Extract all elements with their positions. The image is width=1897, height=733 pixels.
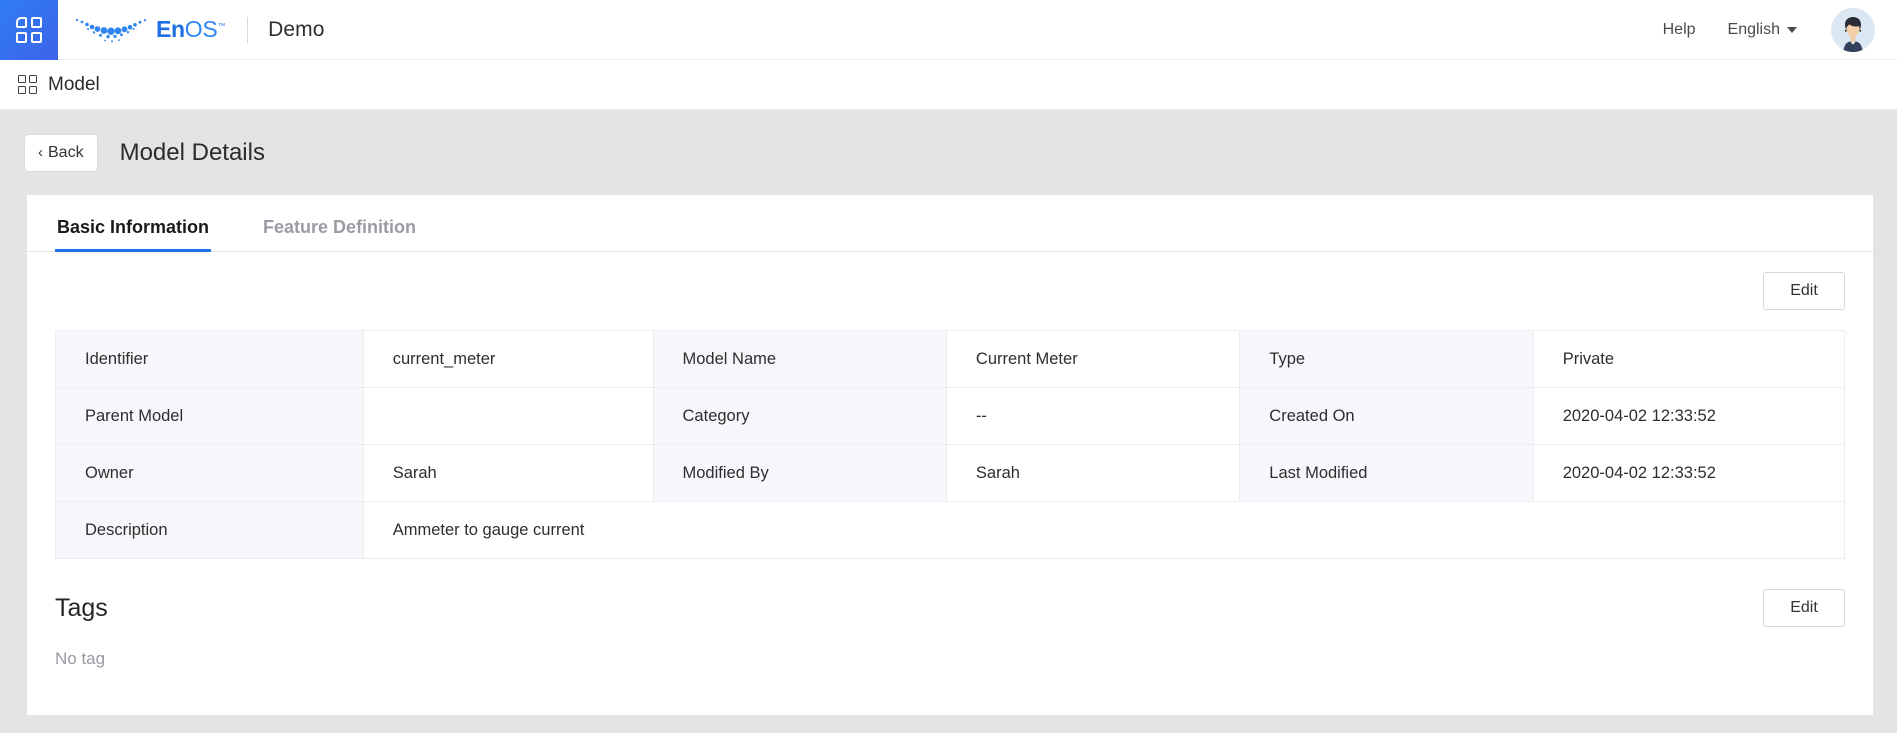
header-actions: Help English (1663, 7, 1897, 52)
table-row: Description Ammeter to gauge current (55, 501, 1846, 559)
table-cell-value: Sarah (945, 444, 1241, 502)
table-row: Owner Sarah Modified By Sarah Last Modified 2… (55, 444, 1846, 502)
table-cell-value: Current Meter (945, 330, 1241, 388)
brand-name-bold: En (156, 16, 185, 42)
table-cell-value: -- (945, 387, 1241, 445)
table-cell-label: Model Name (652, 330, 947, 388)
tenant-name: Demo (268, 17, 325, 41)
tags-empty-text: No tag (55, 649, 106, 668)
enos-dots-icon (75, 18, 147, 42)
tags-title: Tags (55, 593, 108, 622)
table-cell-label: Parent Model (55, 387, 364, 445)
page-title: Model Details (119, 138, 265, 166)
table-cell-label: Description (55, 501, 364, 559)
content-card: Basic Information Feature Definition Edi… (27, 195, 1873, 715)
table-cell-label: Identifier (55, 330, 364, 388)
tab-basic-information[interactable]: Basic Information (55, 217, 212, 252)
table-cell-value: Sarah (362, 444, 654, 502)
top-header-bar: EnOS™ Demo Help English (0, 0, 1897, 60)
page-header: ‹ Back Model Details (0, 110, 1897, 195)
table-cell-value: current_meter (362, 330, 654, 388)
header-divider (247, 16, 249, 43)
model-details-table-body: Identifier current_meter Model Name Current… (55, 330, 1846, 559)
app-grid-icon (16, 16, 42, 43)
table-cell-label: Owner (55, 444, 364, 502)
brand-name-light: OS (184, 16, 218, 42)
table-cell-label: Last Modified (1239, 444, 1534, 502)
chevron-down-icon (1787, 26, 1797, 33)
app-launcher-button[interactable] (0, 0, 58, 60)
basic-info-toolbar: Edit (27, 252, 1873, 310)
tags-header: Tags Edit (27, 559, 1873, 627)
table-cell-label: Modified By (652, 444, 947, 502)
tab-feature-definition[interactable]: Feature Definition (261, 217, 418, 251)
table-cell-value: Private (1532, 330, 1846, 388)
table-cell-value (362, 387, 654, 445)
table-row: Parent Model Category -- Created On 2020-04-… (55, 387, 1846, 445)
table-cell-value: 2020-04-02 12:33:52 (1532, 444, 1846, 502)
back-button-label: Back (48, 143, 84, 161)
edit-tags-button[interactable]: Edit (1763, 589, 1845, 627)
trademark-mark: ™ (217, 21, 226, 31)
avatar[interactable] (1831, 7, 1875, 52)
edit-basic-information-button[interactable]: Edit (1763, 272, 1845, 310)
brand-logo[interactable]: EnOS™ (74, 15, 225, 45)
table-cell-value: Ammeter to gauge current (362, 501, 1846, 559)
back-button[interactable]: ‹ Back (24, 133, 98, 172)
tab-bar: Basic Information Feature Definition (27, 195, 1873, 252)
table-row: Identifier current_meter Model Name Current… (55, 330, 1846, 388)
user-avatar-icon (1831, 7, 1875, 52)
table-cell-label: Created On (1239, 387, 1534, 445)
breadcrumb: Model (0, 60, 1897, 110)
table-cell-value: 2020-04-02 12:33:52 (1532, 387, 1846, 445)
breadcrumb-label: Model (48, 73, 100, 95)
language-selector[interactable]: English (1728, 21, 1797, 39)
language-label: English (1727, 20, 1780, 38)
model-details-table: Identifier current_meter Model Name Current… (55, 330, 1846, 559)
chevron-left-icon: ‹ (38, 144, 43, 161)
brand-wordmark: EnOS™ (156, 18, 225, 41)
table-cell-label: Type (1239, 330, 1534, 388)
table-cell-label: Category (652, 387, 947, 445)
model-grid-icon (18, 75, 37, 94)
help-link[interactable]: Help (1663, 21, 1696, 39)
